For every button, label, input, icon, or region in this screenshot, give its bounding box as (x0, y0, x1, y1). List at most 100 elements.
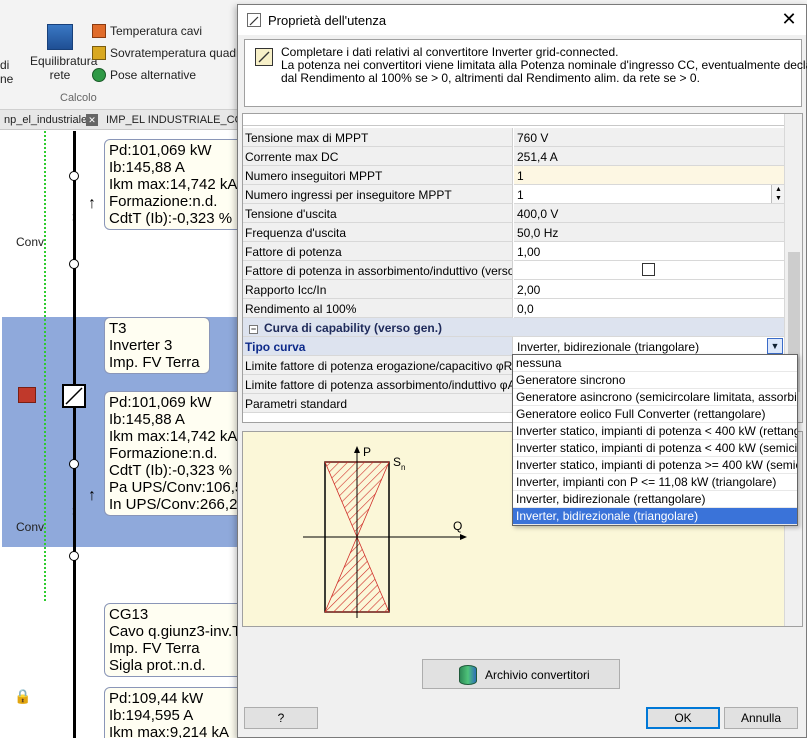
equilibratura-label-2: rete (49, 68, 71, 82)
temperatura-cavi-label: Temperatura cavi (110, 24, 203, 38)
document-tab-2-label: IMP_EL INDUSTRIALE_CON (106, 114, 252, 126)
single-line-diagram[interactable]: ⌇ ↑ ⌇ ↑ 🔒 Conv Conv Pd:101,069 kW Ib:145… (0, 131, 240, 738)
pose-alternative-button[interactable]: Pose alternative (92, 68, 196, 82)
property-row[interactable]: Numero inseguitori MPPT 1 (243, 166, 785, 185)
help-button[interactable]: ? (244, 707, 318, 729)
info-box-4[interactable]: CG13 Cavo q.giunz3-inv.T Imp. FV Terra S… (104, 603, 240, 677)
property-label: Tensione d'uscita (243, 204, 513, 223)
sovratemperatura-quadri-button[interactable]: Sovratemperatura quadri (92, 46, 243, 60)
property-value: 50,0 Hz (514, 223, 785, 242)
info-line: Formazione:n.d. (109, 193, 218, 210)
property-label: Rendimento al 100% (243, 299, 513, 318)
p-axis-label: P (363, 445, 371, 459)
property-value: 400,0 V (514, 204, 785, 223)
category-row[interactable]: − Curva di capability (verso gen.) (243, 318, 785, 337)
inductive-checkbox[interactable] (642, 263, 655, 276)
info-panel: Completare i dati relativi al convertito… (244, 39, 807, 107)
converter-symbol-icon[interactable] (62, 384, 86, 408)
dropdown-option[interactable]: Generatore sincrono (513, 372, 797, 389)
q-axis-arrow (460, 534, 467, 540)
breaker-icon: ⌇ (70, 505, 78, 521)
node-marker (69, 171, 79, 181)
archive-button-label: Archivio convertitori (485, 668, 590, 682)
properties-dialog: Proprietà dell'utenza ✕ Completare i dat… (237, 4, 807, 738)
info-line: Imp. FV Terra (109, 354, 200, 371)
dropdown-option[interactable]: Generatore asincrono (semicircolare limi… (513, 389, 797, 406)
info-line: Ib:145,88 A (109, 159, 185, 176)
conv-label: Conv (16, 520, 45, 534)
arrow-up-icon: ↑ (88, 195, 96, 212)
info-line: Ib:194,595 A (109, 707, 194, 724)
chevron-down-icon[interactable]: ▼ (767, 338, 783, 354)
dropdown-option[interactable]: Inverter statico, impianti di potenza < … (513, 423, 797, 440)
property-value[interactable]: 1,00 (514, 242, 785, 261)
property-row[interactable]: Corrente max DC 251,4 A (243, 147, 785, 166)
info-box-2[interactable]: T3 Inverter 3 Imp. FV Terra (104, 317, 210, 374)
ribbon-partial-label-1: di (0, 58, 10, 72)
dropdown-option[interactable]: Inverter statico, impianti di potenza >=… (513, 457, 797, 474)
spinner-control[interactable]: ▲ ▼ (771, 185, 785, 203)
info-box-1[interactable]: Pd:101,069 kW Ib:145,88 A Ikm max:14,742… (104, 139, 240, 230)
equilibratura-rete-button[interactable]: Equilibratura rete (30, 24, 98, 82)
category-label: − Curva di capability (verso gen.) (243, 318, 785, 337)
dropdown-option[interactable]: Inverter, bidirezionale (rettangolare) (513, 491, 797, 508)
dropdown-option[interactable]: Inverter, impianti con P <= 11,08 kW (tr… (513, 474, 797, 491)
mppt-count-field[interactable]: 1 (514, 166, 785, 185)
dropdown-option[interactable]: nessuna (513, 355, 797, 372)
info-edit-icon (255, 48, 273, 66)
info-line: Pa UPS/Conv:106,5 (109, 479, 240, 496)
info-line: T3 (109, 320, 127, 337)
document-tab-1[interactable]: np_el_industriale (0, 112, 91, 129)
property-label: Fattore di potenza (243, 242, 513, 261)
property-row[interactable]: Tensione max di MPPT 760 V (243, 128, 785, 147)
info-line: Ikm max:9,214 kA (109, 724, 230, 738)
property-row[interactable]: Tensione d'uscita 400,0 V (243, 204, 785, 223)
property-row[interactable]: Numero ingressi per inseguitore MPPT 1 ▲… (243, 185, 785, 204)
dialog-titlebar[interactable]: Proprietà dell'utenza ✕ (238, 5, 806, 35)
pose-icon (92, 68, 106, 82)
q-axis-label: Q (453, 519, 462, 533)
dropdown-option[interactable]: Inverter statico, impianti di potenza < … (513, 440, 797, 457)
property-row[interactable]: Rendimento al 100% 0,0 (243, 299, 785, 318)
thermometer-icon (92, 24, 106, 38)
node-marker (69, 459, 79, 469)
equilibratura-icon (47, 24, 73, 50)
capability-curve-svg: P Q S n (303, 445, 467, 618)
dialog-title: Proprietà dell'utenza (268, 13, 387, 28)
ribbon-partial-button[interactable]: di ne (0, 58, 13, 86)
node-marker (69, 551, 79, 561)
mppt-inputs-field[interactable]: 1 ▲ ▼ (514, 185, 785, 204)
close-icon[interactable]: ✕ (772, 5, 806, 35)
cancel-button[interactable]: Annulla (724, 707, 798, 729)
info-line: Ib:145,88 A (109, 411, 185, 428)
info-box-3[interactable]: Pd:101,069 kW Ib:145,88 A Ikm max:14,742… (104, 391, 240, 516)
property-label: Limite fattore di potenza erogazione/cap… (243, 356, 513, 375)
info-line: CG13 (109, 606, 149, 623)
property-value[interactable]: 2,00 (514, 280, 785, 299)
info-box-5[interactable]: Pd:109,44 kW Ib:194,595 A Ikm max:9,214 … (104, 687, 240, 738)
document-tab-2[interactable]: IMP_EL INDUSTRIALE_CON (102, 112, 255, 129)
temperatura-cavi-button[interactable]: Temperatura cavi (92, 24, 202, 38)
arrow-up-icon: ↑ (88, 487, 96, 504)
close-tab-icon[interactable]: ✕ (86, 114, 98, 126)
property-label: Corrente max DC (243, 147, 513, 166)
ok-button[interactable]: OK (646, 707, 720, 729)
tipo-curva-dropdown-list[interactable]: nessuna Generatore sincrono Generatore a… (512, 354, 798, 526)
info-line: Cavo q.giunz3-inv.T (109, 623, 240, 640)
p-axis-arrow (354, 446, 360, 453)
property-value (514, 261, 785, 280)
property-row[interactable]: Rapporto Icc/In 2,00 (243, 280, 785, 299)
collapse-icon[interactable]: − (249, 325, 258, 334)
archivio-convertitori-button[interactable]: Archivio convertitori (422, 659, 620, 689)
dropdown-option[interactable]: Generatore eolico Full Converter (rettan… (513, 406, 797, 423)
info-line: Sigla prot.:n.d. (109, 657, 206, 674)
info-line: Pd:109,44 kW (109, 690, 204, 707)
property-value[interactable]: 0,0 (514, 299, 785, 318)
property-row[interactable]: Frequenza d'uscita 50,0 Hz (243, 223, 785, 242)
property-row[interactable]: Fattore di potenza 1,00 (243, 242, 785, 261)
dropdown-option-selected[interactable]: Inverter, bidirezionale (triangolare) (513, 508, 797, 525)
ribbon-partial-label-2: ne (0, 72, 14, 86)
property-row[interactable]: Fattore di potenza in assorbimento/indut… (243, 261, 785, 280)
info-line: CdtT (Ib):-0,323 % (109, 462, 233, 479)
equilibratura-label-1: Equilibratura (30, 54, 98, 68)
